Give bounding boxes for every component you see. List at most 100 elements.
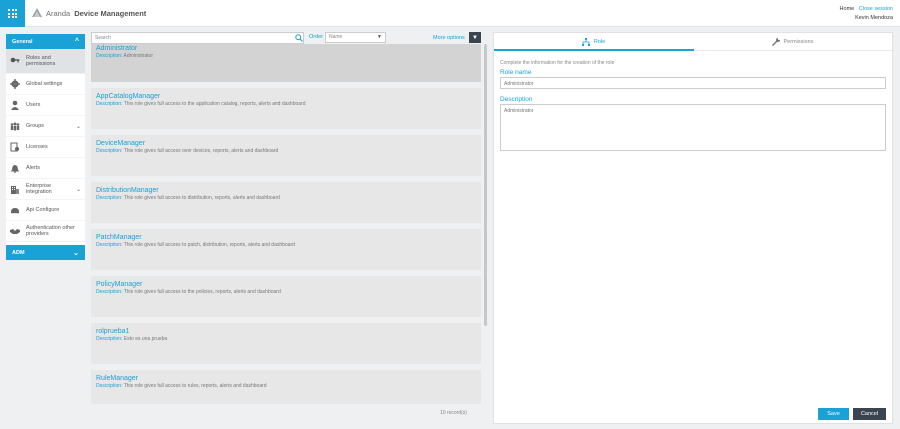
role-name-label: Role name <box>500 69 532 76</box>
search-input[interactable]: Search <box>91 32 304 44</box>
sidebar-item-label: Authentication other providers <box>26 224 75 238</box>
building-icon <box>10 184 20 194</box>
role-description: Description: Administrator <box>96 53 476 60</box>
sidebar-item-alerts[interactable]: Alerts <box>6 158 85 179</box>
license-icon <box>10 142 20 152</box>
key-icon <box>10 56 20 66</box>
role-description-label: Description: <box>96 101 123 107</box>
handshake-icon <box>10 226 20 236</box>
role-description: Description: This role gives full access… <box>96 195 476 202</box>
sidebar-section-label: General <box>12 38 33 45</box>
role-name: rolprueba1 <box>96 328 130 335</box>
role-name: PatchManager <box>96 234 142 241</box>
role-name: DistributionManager <box>96 187 159 194</box>
tab-permissions[interactable]: Permissions <box>693 33 892 50</box>
logo-text-bold: Device Management <box>74 8 147 18</box>
role-description-label: Description: <box>96 195 123 201</box>
role-description-text: This role gives full access over devices… <box>123 148 279 154</box>
gear-icon <box>10 79 20 89</box>
logo-text-light: Aranda <box>46 8 71 18</box>
user-area: Home Close session Kevin Mendoza <box>840 5 893 23</box>
role-description: Description: This role gives full access… <box>96 289 476 296</box>
sidebar-item-roles[interactable]: Roles and permissions <box>6 49 85 74</box>
app-grid-button[interactable] <box>0 0 25 27</box>
list-item[interactable]: rolprueba1 Description: Esto es una prue… <box>91 323 481 364</box>
role-description-label: Description: <box>96 336 123 342</box>
bell-icon <box>10 163 20 173</box>
role-name: PolicyManager <box>96 281 143 288</box>
aranda-logo-icon <box>32 8 42 17</box>
order-select-value: Name <box>329 34 343 40</box>
sidebar-item-label: Users <box>26 101 41 108</box>
form-tabs: Role Permissions <box>494 33 892 51</box>
active-tab-indicator <box>494 49 694 51</box>
role-name: AppCatalogManager <box>96 93 161 100</box>
list-item[interactable]: PolicyManager Description: This role giv… <box>91 276 481 317</box>
top-bar: Aranda Device Management Home Close sess… <box>0 0 900 27</box>
api-icon <box>10 205 20 215</box>
user-icon <box>10 100 20 110</box>
record-count: 10 record(s) <box>440 410 467 416</box>
role-name-field[interactable]: Administrator <box>500 77 886 89</box>
list-scrollbar[interactable] <box>484 44 487 326</box>
chevron-up-icon: ^ <box>74 38 79 45</box>
role-name: RuleManager <box>96 375 139 382</box>
sidebar-item-label: Groups <box>26 122 45 129</box>
more-options-link[interactable]: More options <box>433 35 465 41</box>
sidebar-item-groups[interactable]: Groups ⌄ <box>6 116 85 137</box>
groups-icon <box>10 121 20 131</box>
save-button[interactable]: Save <box>818 408 849 420</box>
role-description-text: This role gives full access to rules, re… <box>123 383 267 389</box>
cancel-button[interactable]: Cancel <box>853 408 886 420</box>
list-item[interactable]: AppCatalogManager Description: This role… <box>91 88 481 129</box>
order-select[interactable]: Name ▼ <box>325 32 386 43</box>
role-form-panel: Role Permissions Complete the informatio… <box>493 32 893 424</box>
role-description-label: Description: <box>96 242 123 248</box>
chevron-down-icon: ⌄ <box>73 249 79 257</box>
sidebar-item-users[interactable]: Users <box>6 95 85 116</box>
sidebar-item-global-settings[interactable]: Global settings <box>6 74 85 95</box>
sidebar-item-enterprise-integration[interactable]: Enterprise integration ⌄ <box>6 179 85 200</box>
tab-label: Permissions <box>783 38 814 45</box>
tab-role[interactable]: Role <box>494 33 693 50</box>
search-icon[interactable] <box>295 34 303 42</box>
role-list: Administrator Description: Administrator… <box>91 44 481 404</box>
sidebar-item-api-configure[interactable]: Api Configure <box>6 200 85 221</box>
sidebar-item-label: Alerts <box>26 164 41 171</box>
grid-icon <box>8 9 17 18</box>
role-description-label: Description: <box>96 383 123 389</box>
role-name: Administrator <box>96 45 138 52</box>
chevron-down-icon: ⌄ <box>75 123 81 130</box>
role-description-text: This role gives full access to patch, di… <box>123 242 295 248</box>
caret-down-icon: ▼ <box>377 34 382 40</box>
user-name: Kevin Mendoza <box>855 15 893 21</box>
role-description: Description: This role gives full access… <box>96 101 476 108</box>
sidebar-item-licenses[interactable]: Licenses <box>6 137 85 158</box>
list-item[interactable]: RuleManager Description: This role gives… <box>91 370 481 404</box>
sidebar-item-label: Api Configure <box>26 206 60 213</box>
sidebar-item-label: Licenses <box>26 143 48 150</box>
list-item[interactable]: DistributionManager Description: This ro… <box>91 182 481 223</box>
chevron-down-icon: ⌄ <box>75 186 81 193</box>
list-item[interactable]: DeviceManager Description: This role giv… <box>91 135 481 176</box>
sidebar-section-adm[interactable]: ADM ⌄ <box>6 245 85 260</box>
role-description: Description: Esto es una prueba <box>96 336 476 343</box>
form-intro: Complete the information for the creatio… <box>500 60 615 66</box>
home-link[interactable]: Home <box>840 6 855 12</box>
sidebar-item-label: Roles and permissions <box>26 54 56 68</box>
sidebar-item-authentication[interactable]: Authentication other providers <box>6 221 85 242</box>
tab-label: Role <box>593 38 606 45</box>
role-description: Description: This role gives full access… <box>96 148 476 155</box>
more-options-button[interactable]: ▼ <box>469 32 481 43</box>
description-label: Description <box>500 96 533 103</box>
list-item[interactable]: Administrator Description: Administrator <box>91 44 481 82</box>
close-session-link[interactable]: Close session <box>859 6 893 12</box>
app-logo: Aranda Device Management <box>32 8 146 18</box>
sidebar-section-general[interactable]: General ^ <box>6 34 85 49</box>
role-tree-icon <box>581 37 590 46</box>
description-field[interactable]: Administrator <box>500 104 886 151</box>
role-description-label: Description: <box>96 289 123 295</box>
role-description-text: This role gives full access to the polic… <box>123 289 281 295</box>
list-item[interactable]: PatchManager Description: This role give… <box>91 229 481 270</box>
role-description-text: This role gives full access to distribut… <box>123 195 280 201</box>
